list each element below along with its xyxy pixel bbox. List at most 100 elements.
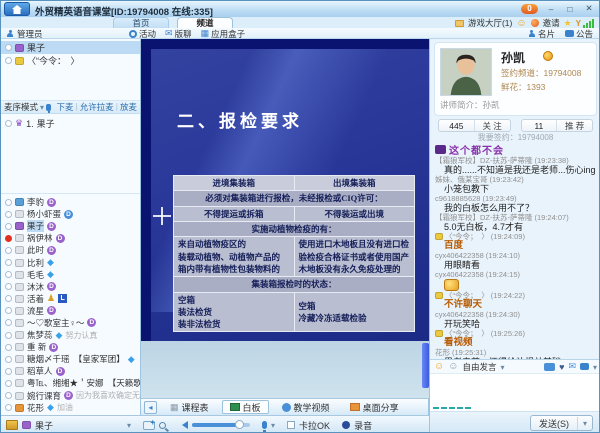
chevron-down-icon[interactable] — [40, 102, 44, 112]
activity-button[interactable]: 活动 — [129, 28, 156, 40]
volume-slider[interactable] — [192, 423, 250, 427]
message-count-badge[interactable]: 0 — [521, 4, 538, 14]
emoticon-settings-icon[interactable] — [448, 361, 458, 372]
shirt-icon — [15, 222, 24, 230]
teacher-flowers: 鲜花：1393 — [501, 81, 545, 93]
current-user-name[interactable]: 果子 — [35, 419, 53, 432]
mic-queue-row[interactable]: 1. 果子 — [1, 117, 140, 130]
radio-icon — [5, 211, 12, 218]
snapshot-icon[interactable] — [143, 421, 155, 430]
member-row[interactable]: 沐沐D — [1, 281, 140, 293]
app-box-button[interactable]: 应用盒子 — [201, 28, 246, 40]
karaoke-checkbox[interactable] — [287, 421, 295, 429]
teacher-channel: 签约频道：19794008 — [501, 67, 581, 79]
teacher-photo — [440, 48, 492, 96]
recommend-count: 11 — [522, 120, 558, 131]
mic-icon[interactable] — [262, 421, 267, 429]
member-row[interactable]: 花形加油 — [1, 402, 140, 414]
follow-button[interactable]: 445 关 注 — [438, 119, 511, 132]
name-card-button[interactable]: 名片 — [528, 28, 555, 40]
member-row[interactable]: 比利 — [1, 256, 140, 268]
status-bar: 果子 卡拉OK 录音 — [1, 415, 429, 433]
shirt-icon — [15, 392, 24, 400]
emotion-icon[interactable] — [516, 18, 526, 29]
shirt-icon — [22, 421, 31, 429]
member-row[interactable]: 毛毛 — [1, 269, 140, 281]
vip-name: 〈“今令： 〉 — [27, 54, 80, 67]
member-row[interactable]: ～♡歌室主♀～D — [1, 317, 140, 329]
mic-mode-label[interactable]: 麦序模式 — [4, 101, 38, 113]
speaker-icon[interactable] — [178, 421, 188, 429]
zoom-icon[interactable] — [159, 422, 166, 429]
shirt-icon — [15, 57, 24, 65]
collapse-panel-icon[interactable] — [144, 401, 157, 414]
teacher-intro: 讲师简介：孙凯 — [440, 99, 500, 111]
admin-button[interactable]: 管理员 — [17, 28, 43, 40]
member-row[interactable]: 杨小虾蛋D — [1, 208, 140, 220]
tv-icon[interactable] — [544, 363, 555, 371]
send-button[interactable]: 发送(S) — [530, 415, 593, 431]
envelope-icon[interactable] — [568, 361, 576, 372]
level-badge: D — [87, 318, 96, 327]
member-row[interactable]: 糖烟〆千瑶 【皇家军团】 — [1, 353, 140, 365]
member-row[interactable]: 李豹D — [1, 196, 140, 208]
vip-row[interactable]: 〈“今令： 〉 — [1, 54, 140, 67]
level-badge: D — [47, 198, 56, 207]
slide-table: 进境集装箱 出境集装箱 必须对集装箱进行报检，未经报检或CIQ许可： 不得提运或… — [173, 175, 415, 332]
notice-button[interactable]: 公告 — [565, 28, 593, 40]
tab-channel[interactable]: 频道 — [177, 17, 233, 28]
mic-queue-area: 1. 果子 — [1, 114, 140, 194]
mic-down-link[interactable]: 下麦 — [57, 101, 74, 113]
tab-home[interactable]: 首页 — [113, 17, 169, 28]
maximize-button[interactable]: □ — [564, 4, 576, 14]
minimize-button[interactable]: – — [545, 4, 557, 14]
member-row[interactable]: 稻草人D — [1, 365, 140, 377]
member-row[interactable]: 粤℡、缃缃★＇安娜 【天籁歌手】 — [1, 377, 140, 389]
member-row[interactable]: 活着L — [1, 293, 140, 305]
tab-screen-share[interactable]: 桌面分享 — [343, 400, 406, 414]
recommend-button[interactable]: 11 推 荐 — [521, 119, 594, 132]
table-cell: 空箱 装法检货 装非法检货 — [174, 292, 295, 332]
chat-bubble-icon[interactable] — [580, 363, 589, 370]
owner-row[interactable]: 果子 — [1, 41, 140, 54]
board-chat-button[interactable]: 版聊 — [165, 28, 192, 40]
home-button[interactable] — [4, 2, 30, 16]
record-icon[interactable] — [342, 421, 350, 429]
tab-teaching-video[interactable]: 教学视频 — [275, 400, 337, 414]
volume-knob[interactable] — [235, 420, 244, 429]
diamond-icon — [47, 402, 54, 413]
chevron-down-icon[interactable] — [127, 420, 131, 430]
member-row[interactable]: 焦梦蕊努力认真 — [1, 329, 140, 341]
close-button[interactable]: ✕ — [583, 3, 595, 14]
tab-schedule[interactable]: 课程表 — [163, 400, 216, 414]
coin-icon[interactable] — [531, 19, 539, 27]
heart-icon[interactable] — [559, 362, 564, 372]
chevron-down-icon[interactable] — [593, 362, 597, 372]
chat-text-input[interactable] — [430, 374, 600, 411]
member-row[interactable]: 流星D — [1, 305, 140, 317]
chevron-down-icon[interactable] — [500, 362, 504, 372]
chevron-down-icon[interactable] — [578, 418, 592, 428]
member-row[interactable]: 此时D — [1, 244, 140, 256]
chat-message: 开玩笑哈 — [435, 319, 596, 329]
member-row[interactable]: 婉行课育D因为我喜欢确定无尾声 — [1, 390, 140, 402]
vertical-scrollbar[interactable] — [422, 343, 429, 388]
speak-mode-select[interactable]: 自由发言 — [462, 361, 496, 373]
send-row: 发送(S) — [430, 411, 600, 433]
emoticon-picker-icon[interactable] — [434, 361, 444, 372]
chat-message: 看视频 — [435, 338, 596, 348]
release-mic-link[interactable]: 放麦 — [120, 101, 137, 113]
member-row[interactable]: 重 新D — [1, 341, 140, 353]
sign-contract-link[interactable]: 我要签约：19794008 — [430, 132, 600, 143]
tab-whiteboard[interactable]: 白板 — [222, 400, 269, 414]
chevron-down-icon[interactable] — [271, 420, 275, 430]
member-row[interactable]: 果子D — [1, 220, 140, 232]
treasure-box-icon[interactable] — [6, 420, 18, 430]
level-badge: D — [56, 367, 65, 376]
member-row[interactable]: 祸伊林D — [1, 232, 140, 244]
radio-icon — [5, 295, 12, 302]
allow-pull-mic-link[interactable]: 允许拉麦 — [80, 101, 114, 113]
member-sidebar: 果子 〈“今令： 〉 麦序模式 下麦 | 允许拉麦 | 放麦 — [1, 39, 141, 415]
member-note: 因为我喜欢确定无尾声 — [76, 390, 140, 401]
radio-icon — [5, 368, 12, 375]
